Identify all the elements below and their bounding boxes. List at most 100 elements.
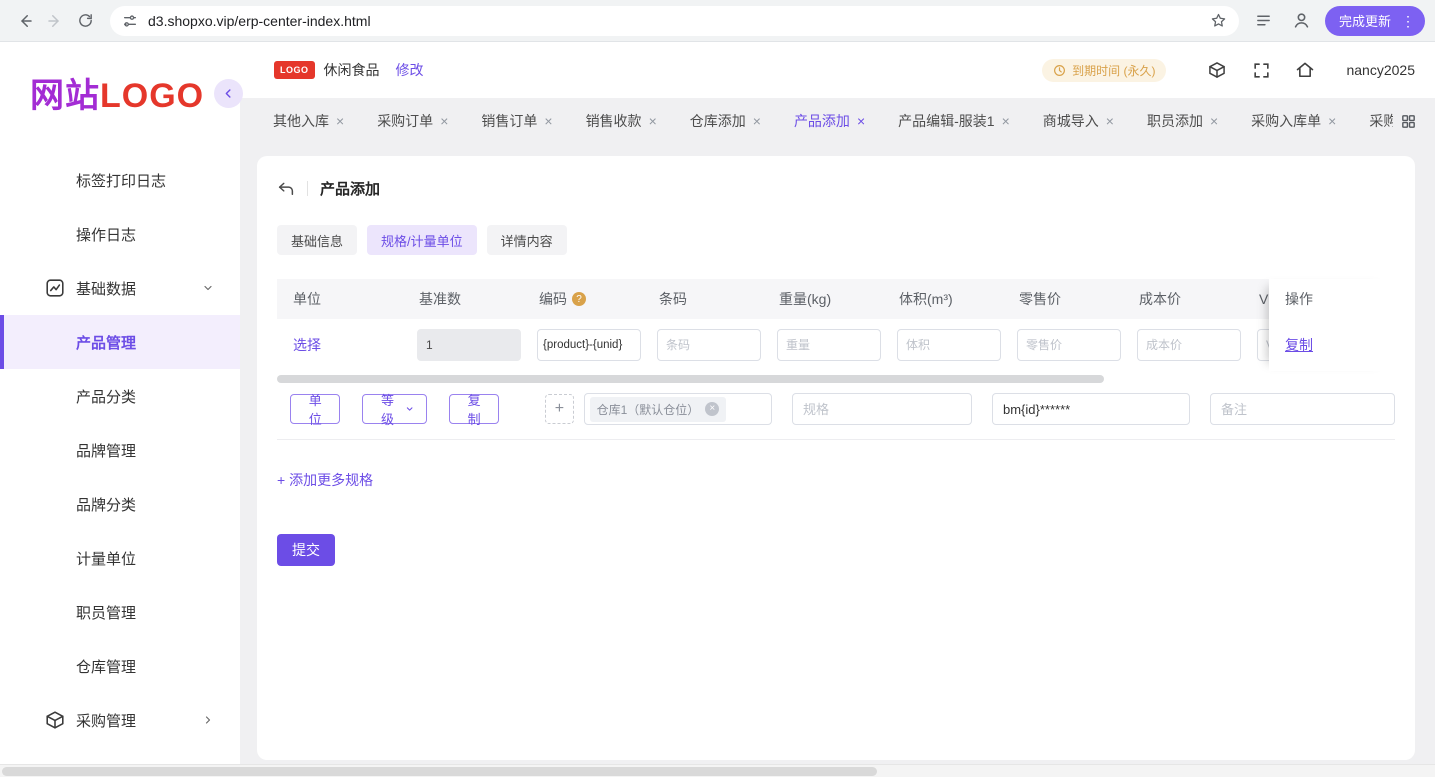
sidebar-item-warehouse-management[interactable]: 仓库管理 (0, 639, 240, 693)
profile-button[interactable] (1287, 6, 1317, 36)
retail-price-input[interactable] (1017, 329, 1121, 361)
submit-button[interactable]: 提交 (277, 534, 335, 566)
sidebar-item-brand-category[interactable]: 品牌分类 (0, 477, 240, 531)
workspace-tabs: 其他入库 × 采购订单 × 销售订单 × 销售收款 × 仓库添加 × 产品添加 × 产品编辑… (273, 111, 1393, 131)
home-button[interactable] (1294, 59, 1316, 81)
sidebar-item-measure-unit[interactable]: 计量单位 (0, 531, 240, 585)
tab-product-add[interactable]: 产品添加 × (794, 111, 865, 131)
warehouse-select[interactable]: 仓库1（默认仓位） × (583, 393, 772, 425)
address-bar[interactable]: d3.shopxo.vip/erp-center-index.html (110, 5, 1239, 36)
unit-button[interactable]: 单位 (290, 393, 341, 427)
close-tab-icon[interactable]: × (1002, 114, 1010, 128)
tab-detail-content[interactable]: 详情内容 (486, 225, 567, 255)
update-button-label: 完成更新 (1338, 14, 1391, 29)
grade-dropdown-button[interactable]: 等级 (362, 393, 427, 427)
tab-label: 产品添加 (793, 113, 850, 129)
fullscreen-button[interactable] (1250, 59, 1272, 81)
arrow-left-icon (21, 14, 32, 27)
tab-label: 销售收款 (585, 113, 642, 129)
edit-store-link[interactable]: 修改 (396, 60, 424, 80)
sidebar-item-label: 职员管理 (76, 604, 137, 622)
sidebar-item-product-management[interactable]: 产品管理 (0, 315, 240, 369)
select-unit-link[interactable]: 选择 (291, 337, 321, 353)
bookmark-star-icon[interactable] (1210, 12, 1227, 29)
browser-refresh-button[interactable] (70, 6, 100, 36)
close-tab-icon[interactable]: × (857, 114, 865, 128)
column-header: 条码 (659, 291, 687, 307)
grid-icon (1401, 114, 1415, 128)
close-tab-icon[interactable]: × (440, 114, 448, 128)
add-warehouse-button[interactable]: + (545, 394, 574, 424)
tab-sales-receipt[interactable]: 销售收款 × (586, 111, 657, 131)
copy-row-link[interactable]: 复制 (1285, 335, 1313, 355)
tab-other-inbound[interactable]: 其他入库 × (273, 111, 344, 131)
add-more-spec-link[interactable]: + 添加更多规格 (277, 470, 373, 490)
tab-purchase-clipped[interactable]: 采购× (1369, 111, 1393, 131)
site-settings-icon[interactable] (122, 13, 138, 29)
sidebar-item-label: 计量单位 (76, 550, 137, 568)
sidebar-item-operation-log[interactable]: 操作日志 (0, 207, 240, 261)
page-horizontal-scrollbar[interactable] (0, 764, 1435, 777)
sidebar-item-base-data[interactable]: 基础数据 (0, 261, 240, 315)
sidebar-item-brand-management[interactable]: 品牌管理 (0, 423, 240, 477)
barcode-input[interactable] (657, 329, 761, 361)
table-horizontal-scrollbar[interactable] (277, 375, 1395, 383)
app-center-button[interactable] (1206, 59, 1228, 81)
tab-overview-button[interactable] (1393, 106, 1423, 136)
url-text[interactable]: d3.shopxo.vip/erp-center-index.html (148, 13, 1210, 29)
refresh-icon (78, 14, 92, 27)
weight-input[interactable] (777, 329, 881, 361)
code-input[interactable] (537, 329, 641, 361)
tab-purchase-inbound-order[interactable]: 采购入库单 × (1251, 111, 1336, 131)
spec-code-input[interactable] (991, 393, 1190, 425)
note-input[interactable] (1209, 393, 1395, 425)
close-tab-icon[interactable]: × (336, 114, 344, 128)
column-header: 零售价 (1019, 291, 1061, 307)
close-tab-icon[interactable]: × (1328, 114, 1336, 128)
volume-input[interactable] (897, 329, 1001, 361)
close-tab-icon[interactable]: × (1106, 114, 1114, 128)
return-arrow-icon (278, 182, 294, 195)
sidebar-item-label: 采购管理 (76, 712, 137, 730)
spec-table: 单位 基准数 编码? 条码 重量(kg) 体积(m³) 零售价 成本价 VIP价… (277, 279, 1395, 371)
tab-spec-unit[interactable]: 规格/计量单位 (367, 225, 477, 255)
reading-list-button[interactable] (1249, 6, 1279, 36)
tab-label: 采购 (1369, 113, 1393, 129)
table-header-row: 单位 基准数 编码? 条码 重量(kg) 体积(m³) 零售价 成本价 VIP价 (277, 279, 1395, 319)
tab-warehouse-add[interactable]: 仓库添加 × (690, 111, 761, 131)
sidebar-item-label-print-log[interactable]: 标签打印日志 (0, 153, 240, 207)
close-tab-icon[interactable]: × (649, 114, 657, 128)
tab-product-edit-clothing[interactable]: 产品编辑-服装1 × (898, 111, 1010, 131)
tab-mall-import[interactable]: 商城导入 × (1043, 111, 1114, 131)
kebab-menu-icon[interactable]: ⋮ (1401, 14, 1415, 28)
remove-tag-icon[interactable]: × (705, 402, 720, 416)
cost-price-input[interactable] (1137, 329, 1241, 361)
close-tab-icon[interactable]: × (544, 114, 552, 128)
back-button[interactable] (277, 180, 295, 198)
tab-basic-info[interactable]: 基础信息 (277, 225, 358, 255)
sidebar-item-label: 品牌分类 (76, 496, 137, 514)
username[interactable]: nancy2025 (1346, 62, 1415, 78)
sidebar-item-purchase-management[interactable]: 采购管理 (0, 693, 240, 747)
column-header: 编码 (539, 291, 567, 307)
spec-input[interactable] (791, 393, 972, 425)
chevron-right-icon (202, 714, 214, 726)
app-header: LOGO 休闲食品 修改 到期时间 (永久) nancy2025 (240, 42, 1435, 98)
browser-update-button[interactable]: 完成更新 ⋮ (1324, 5, 1425, 36)
help-icon[interactable]: ? (572, 292, 586, 306)
browser-forward-button[interactable] (40, 6, 70, 36)
tab-sales-order[interactable]: 销售订单 × (481, 111, 552, 131)
sidebar-collapse-button[interactable] (214, 79, 243, 108)
close-tab-icon[interactable]: × (753, 114, 761, 128)
close-tab-icon[interactable]: × (1210, 114, 1218, 128)
scrollbar-thumb[interactable] (277, 375, 1105, 383)
sidebar: 网站LOGO 标签打印日志 操作日志 基础数据 产品管理 产品分类 品牌管理 品… (0, 42, 243, 777)
tab-purchase-order[interactable]: 采购订单 × (377, 111, 448, 131)
sidebar-item-product-category[interactable]: 产品分类 (0, 369, 240, 423)
copy-spec-button[interactable]: 复制 (448, 393, 500, 427)
tab-staff-add[interactable]: 职员添加 × (1147, 111, 1218, 131)
sidebar-item-staff-management[interactable]: 职员管理 (0, 585, 240, 639)
scrollbar-thumb[interactable] (2, 767, 878, 776)
base-qty-input[interactable] (417, 329, 521, 361)
browser-back-button[interactable] (10, 6, 40, 36)
